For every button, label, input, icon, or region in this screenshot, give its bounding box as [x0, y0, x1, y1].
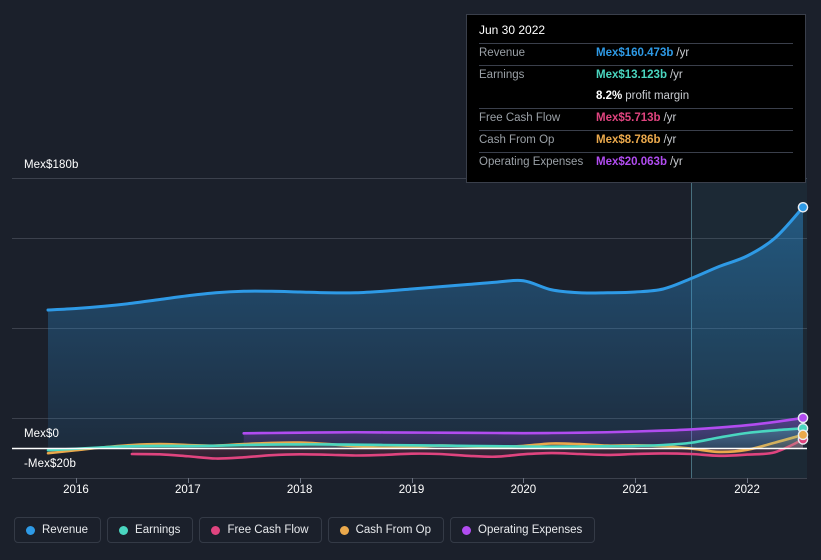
legend-color-dot-icon — [462, 525, 472, 535]
tooltip-row-value: Mex$160.473b/yr — [596, 47, 690, 59]
legend-item-operating-expenses[interactable]: Operating Expenses — [450, 517, 596, 543]
x-axis-tick-label: 2021 — [622, 484, 649, 496]
legend-item-label: Free Cash Flow — [227, 524, 309, 536]
y-axis-label-bottom: -Mex$20b — [24, 458, 76, 470]
tooltip-row: 8.2% profit margin — [479, 87, 793, 108]
y-axis-label-zero: Mex$0 — [24, 428, 60, 440]
x-axis-tick-label: 2016 — [63, 484, 89, 496]
x-axis-tick-label: 2017 — [175, 484, 201, 496]
tooltip-row-value: Mex$13.123b/yr — [596, 69, 683, 81]
tooltip-row-value: Mex$5.713b/yr — [596, 112, 677, 124]
tooltip-row-label: Cash From Op — [479, 134, 555, 146]
tooltip-row-label: Free Cash Flow — [479, 112, 561, 124]
tooltip-row: Earnings Mex$13.123b/yr — [479, 65, 793, 87]
legend-color-dot-icon — [211, 525, 221, 535]
legend-color-dot-icon — [119, 525, 129, 535]
tooltip-row: Revenue Mex$160.473b/yr — [479, 43, 793, 65]
legend-item-cash-from-op[interactable]: Cash From Op — [327, 517, 445, 543]
tooltip-row: Operating Expenses Mex$20.063b/yr — [479, 152, 793, 174]
tooltip-row-value: Mex$20.063b/yr — [596, 156, 683, 168]
x-axis-tick-label: 2018 — [286, 484, 313, 496]
x-axis-ticks — [12, 478, 807, 483]
tooltip-date: Jun 30 2022 — [479, 23, 546, 37]
tooltip-row: Cash From Op Mex$8.786b/yr — [479, 130, 793, 152]
legend-item-label: Operating Expenses — [478, 524, 583, 536]
x-axis-tick-label: 2022 — [734, 484, 760, 496]
tooltip-row-label: Revenue — [479, 47, 526, 59]
tooltip-row-label: Earnings — [479, 69, 525, 81]
tooltip-row-label: Operating Expenses — [479, 156, 584, 168]
tooltip-rows: Revenue Mex$160.473b/yr Earnings Mex$13.123… — [479, 43, 793, 174]
legend-color-dot-icon — [339, 525, 349, 535]
tooltip-row: Free Cash Flow Mex$5.713b/yr — [479, 108, 793, 130]
legend-item-earnings[interactable]: Earnings — [107, 517, 194, 543]
legend-item-label: Earnings — [135, 524, 181, 536]
x-axis-tick-label: 2020 — [510, 484, 537, 496]
chart-legend[interactable]: Revenue Earnings Free Cash Flow Cash From O… — [14, 517, 596, 543]
legend-color-dot-icon — [26, 525, 35, 535]
y-axis-label-top: Mex$180b — [24, 159, 79, 171]
tooltip-row-value: 8.2% profit margin — [596, 90, 690, 102]
legend-item-free-cash-flow[interactable]: Free Cash Flow — [199, 517, 322, 543]
tooltip-row-value: Mex$8.786b/yr — [596, 134, 677, 146]
legend-item-label: Cash From Op — [355, 524, 432, 536]
chart-series-group[interactable] — [46, 205, 805, 460]
legend-item-label: Revenue — [42, 524, 89, 536]
legend-item-revenue[interactable]: Revenue — [14, 517, 102, 543]
x-axis-tick-label: 2019 — [398, 484, 425, 496]
chart-tooltip: Jun 30 2022 Revenue Mex$160.473b/yr Earnin… — [466, 14, 806, 183]
